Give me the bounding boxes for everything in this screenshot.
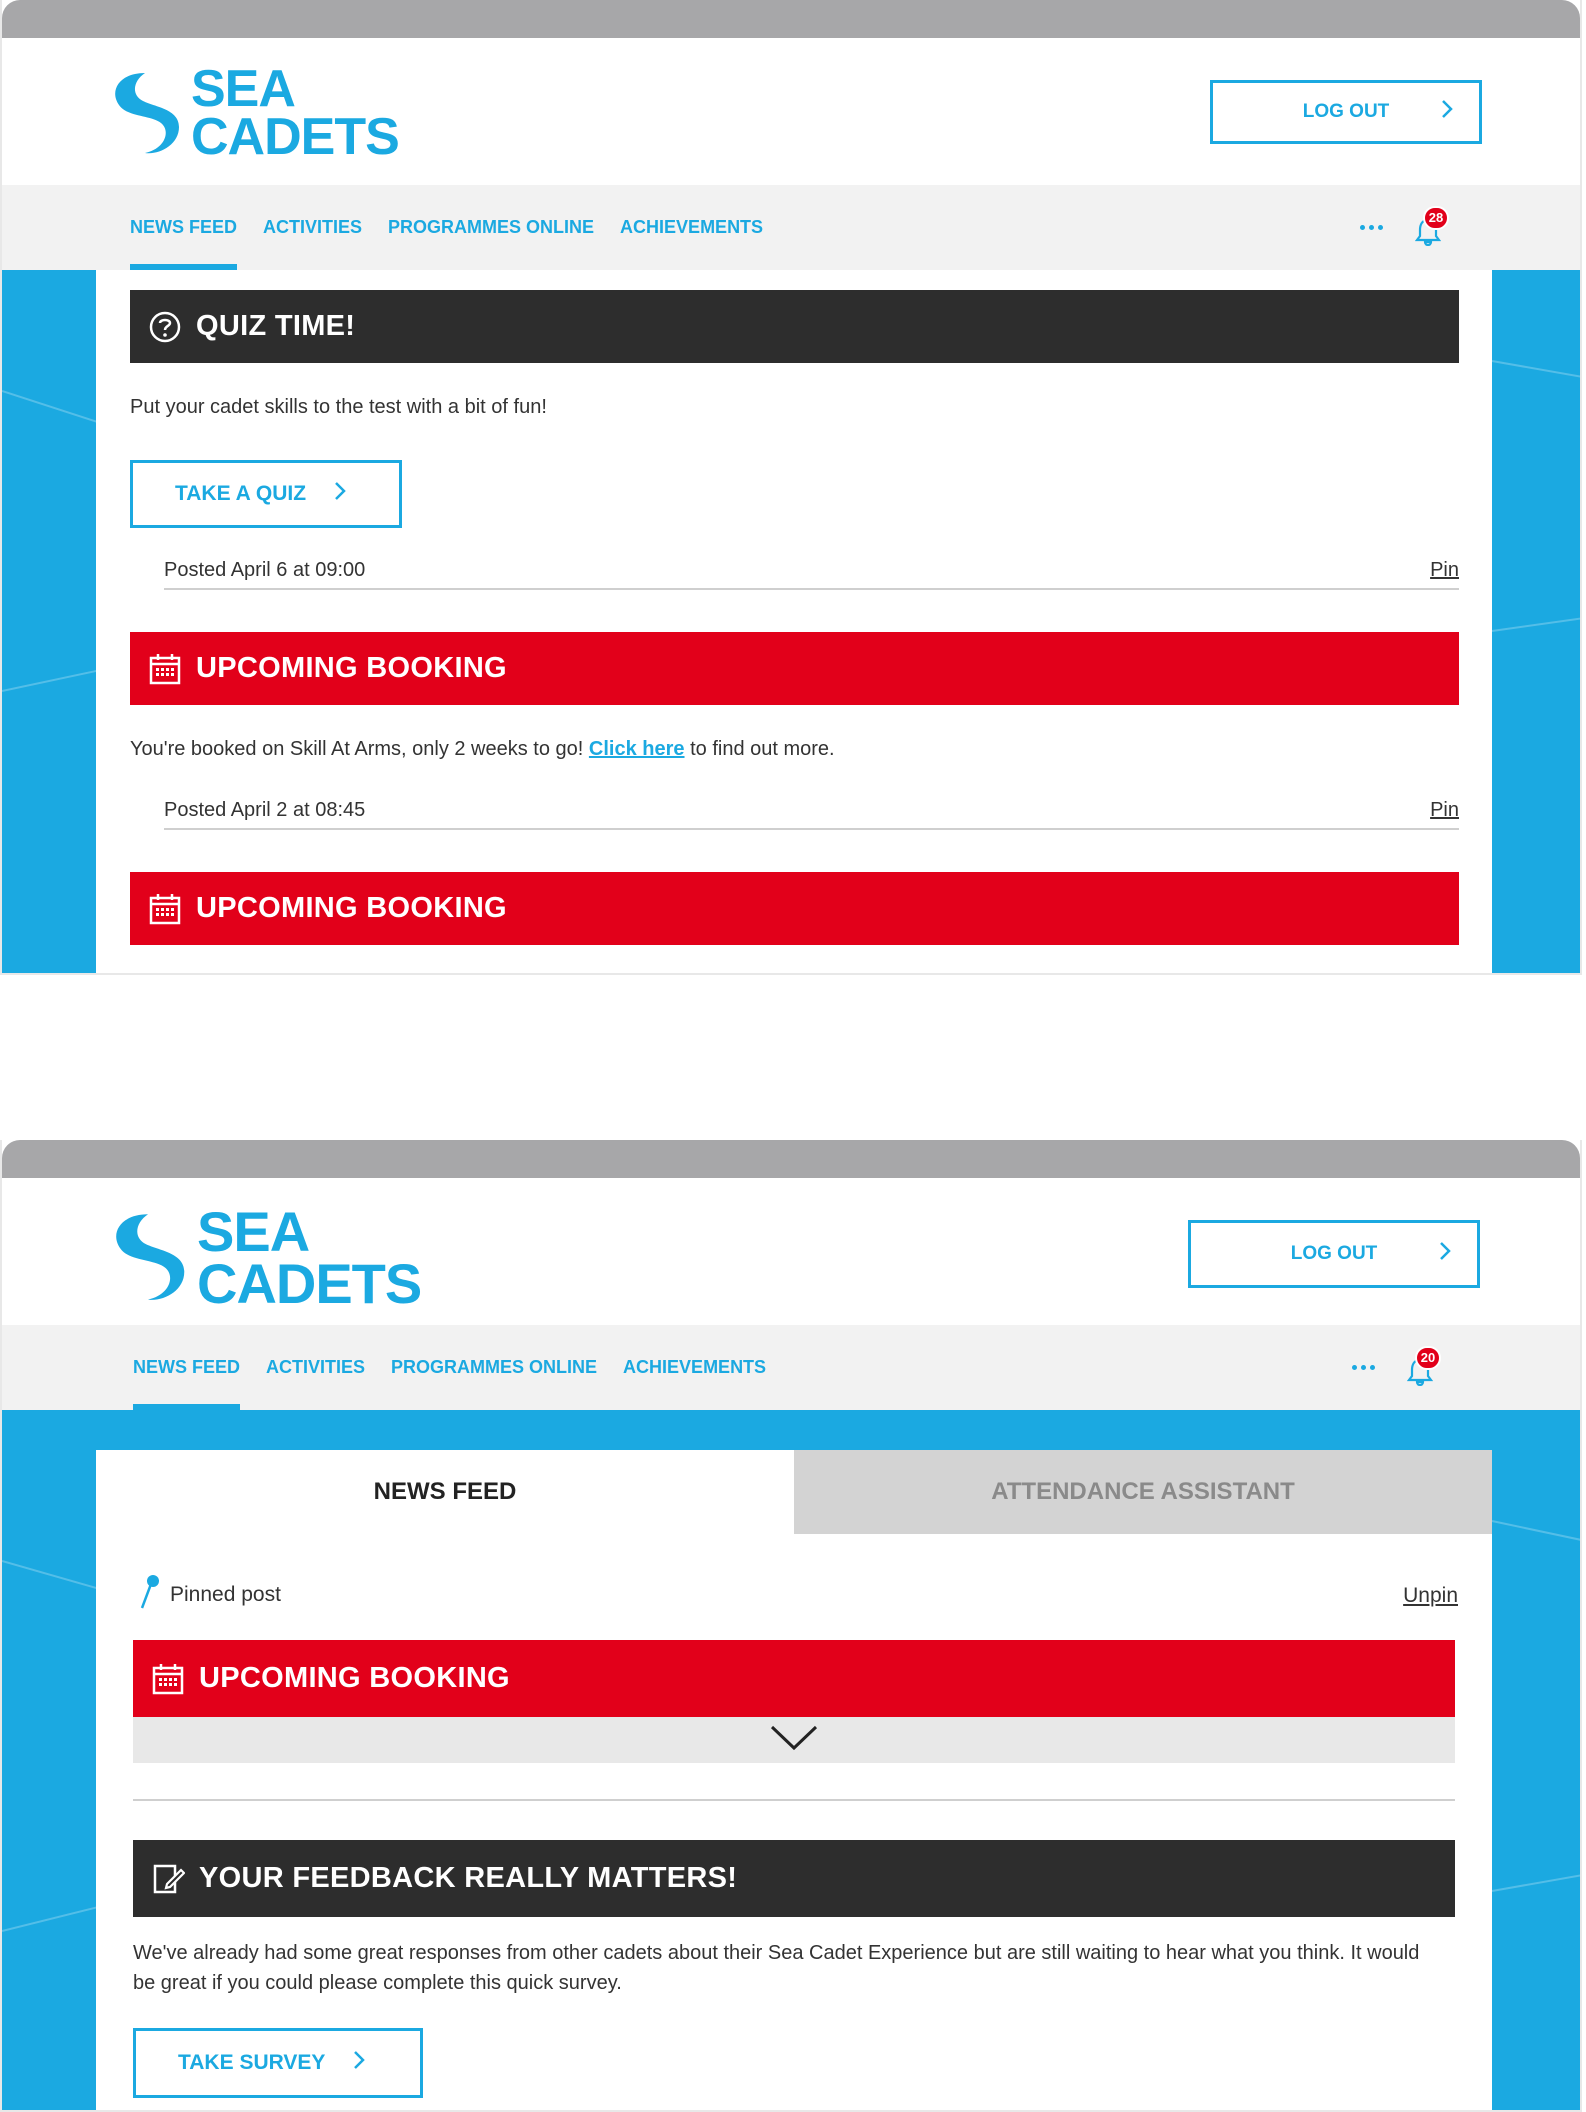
post-timestamp: Posted April 6 at 09:00 — [164, 558, 366, 581]
question-circle-icon — [148, 310, 182, 344]
notifications-button[interactable]: 28 — [1413, 205, 1449, 248]
pin-link[interactable]: Pin — [1430, 559, 1459, 582]
chevron-right-icon — [353, 2050, 366, 2076]
logo-text-cadets: CADETS — [191, 107, 400, 166]
nav-label: NEWS FEED — [133, 1357, 241, 1377]
edit-form-icon — [151, 1862, 185, 1896]
main-nav: NEWS FEED ACTIVITIES PROGRAMMES ONLINE A… — [2, 1325, 1580, 1410]
ellipsis-icon[interactable] — [1352, 1365, 1375, 1370]
take-quiz-label: TAKE A QUIZ — [175, 482, 307, 505]
screen-news-feed-tabs: SEA CADETS LOG OUT NEWS FEED ACTIVITIES … — [0, 1140, 1582, 2112]
booking-text: You're booked on Skill At Arms, only 2 w… — [130, 734, 835, 764]
take-survey-label: TAKE SURVEY — [178, 2051, 326, 2074]
site-header: SEA CADETS LOG OUT — [2, 38, 1580, 185]
quiz-banner: QUIZ TIME! — [130, 290, 1459, 363]
logout-label: LOG OUT — [1302, 101, 1390, 122]
tab-label: ATTENDANCE ASSISTANT — [991, 1478, 1295, 1505]
screen-news-feed-scrolled: SEA CADETS LOG OUT NEWS FEED ACTIVITIES … — [0, 0, 1582, 975]
feed-tabs: NEWS FEED ATTENDANCE ASSISTANT — [96, 1450, 1492, 1534]
nav-label: NEWS FEED — [130, 217, 238, 237]
nav-label: PROGRAMMES ONLINE — [388, 217, 595, 237]
booking-banner: UPCOMING BOOKING — [130, 632, 1459, 705]
content-panel: QUIZ TIME! Put your cadet skills to the … — [96, 270, 1492, 973]
nav-item-news-feed[interactable]: NEWS FEED — [130, 185, 238, 270]
nav-label: PROGRAMMES ONLINE — [391, 1357, 598, 1377]
chevron-right-icon — [334, 481, 346, 507]
logo-text-sea: SEA — [197, 1200, 310, 1263]
calendar-icon — [148, 892, 182, 926]
feedback-title: YOUR FEEDBACK REALLY MATTERS! — [199, 1862, 738, 1894]
pin-icon — [138, 1574, 160, 1616]
feedback-text: We've already had some great responses f… — [133, 1942, 1420, 1994]
booking-text-before: You're booked on Skill At Arms, only 2 w… — [130, 738, 584, 760]
notification-badge: 28 — [1423, 205, 1449, 230]
sea-cadets-logo[interactable]: SEA CADETS — [105, 1200, 422, 1315]
pin-link[interactable]: Pin — [1430, 799, 1459, 822]
nav-item-achievements[interactable]: ACHIEVEMENTS — [620, 185, 763, 270]
sea-cadets-wave-logo-icon — [115, 72, 179, 154]
nav-item-news-feed[interactable]: NEWS FEED — [133, 1325, 241, 1410]
take-quiz-button[interactable]: TAKE A QUIZ — [130, 460, 402, 528]
feedback-banner: YOUR FEEDBACK REALLY MATTERS! — [133, 1840, 1455, 1917]
nav-label: ACTIVITIES — [266, 1357, 366, 1377]
tab-label: NEWS FEED — [373, 1478, 517, 1505]
post-timestamp: Posted April 2 at 08:45 — [164, 798, 366, 821]
tab-news-feed[interactable]: NEWS FEED — [96, 1450, 794, 1534]
browser-top-bar — [2, 1140, 1580, 1178]
booking-title: UPCOMING BOOKING — [196, 652, 507, 684]
content-panel: Pinned post Unpin UPCOMING BOOKING YOUR — [96, 1534, 1492, 2110]
booking-post-meta: Posted April 2 at 08:45 Pin — [164, 792, 1459, 830]
site-header: SEA CADETS LOG OUT — [2, 1178, 1580, 1325]
take-survey-button[interactable]: TAKE SURVEY — [133, 2028, 423, 2098]
quiz-text: Put your cadet skills to the test with a… — [130, 396, 547, 418]
booking-banner: UPCOMING BOOKING — [133, 1640, 1455, 1717]
nav-item-activities[interactable]: ACTIVITIES — [263, 185, 362, 270]
calendar-icon — [148, 652, 182, 686]
nav-item-activities[interactable]: ACTIVITIES — [266, 1325, 365, 1410]
chevron-down-icon — [769, 1724, 819, 1757]
nav-label: ACHIEVEMENTS — [623, 1357, 767, 1377]
logout-button[interactable]: LOG OUT — [1188, 1220, 1480, 1288]
tab-attendance-assistant[interactable]: ATTENDANCE ASSISTANT — [794, 1450, 1492, 1534]
notifications-button[interactable]: 20 — [1405, 1345, 1441, 1388]
booking-title: UPCOMING BOOKING — [196, 892, 507, 924]
expand-post-bar[interactable] — [133, 1717, 1455, 1763]
quiz-title: QUIZ TIME! — [196, 310, 356, 342]
ellipsis-icon[interactable] — [1360, 225, 1383, 230]
divider — [133, 1799, 1455, 1801]
nav-label: ACHIEVEMENTS — [620, 217, 764, 237]
unpin-link[interactable]: Unpin — [1403, 1584, 1458, 1608]
browser-top-bar — [2, 0, 1580, 38]
background-pattern: NEWS FEED ATTENDANCE ASSISTANT Pinned po… — [2, 1410, 1580, 2110]
booking-title: UPCOMING BOOKING — [199, 1662, 510, 1694]
nav-item-programmes-online[interactable]: PROGRAMMES ONLINE — [388, 185, 594, 270]
nav-label: ACTIVITIES — [263, 217, 363, 237]
pinned-post-row: Pinned post — [138, 1574, 281, 1616]
nav-item-achievements[interactable]: ACHIEVEMENTS — [623, 1325, 766, 1410]
notification-badge: 20 — [1415, 1345, 1441, 1370]
nav-item-programmes-online[interactable]: PROGRAMMES ONLINE — [391, 1325, 597, 1410]
booking-text-after: to find out more. — [690, 738, 835, 760]
booking-banner: UPCOMING BOOKING — [130, 872, 1459, 945]
logout-label: LOG OUT — [1290, 1243, 1378, 1264]
sea-cadets-wave-logo-icon — [116, 1213, 185, 1300]
quiz-post-meta: Posted April 6 at 09:00 Pin — [164, 552, 1459, 590]
logout-button[interactable]: LOG OUT — [1210, 80, 1482, 144]
sea-cadets-logo[interactable]: SEA CADETS — [105, 60, 400, 166]
chevron-right-icon — [1439, 1241, 1451, 1267]
calendar-icon — [151, 1662, 185, 1696]
background-pattern: QUIZ TIME! Put your cadet skills to the … — [2, 270, 1580, 973]
main-nav: NEWS FEED ACTIVITIES PROGRAMMES ONLINE A… — [2, 185, 1580, 270]
logo-text-sea: SEA — [191, 60, 296, 118]
pinned-post-label: Pinned post — [170, 1583, 281, 1606]
chevron-right-icon — [1441, 99, 1453, 125]
click-here-link[interactable]: Click here — [589, 738, 685, 760]
logo-text-cadets: CADETS — [197, 1251, 422, 1315]
